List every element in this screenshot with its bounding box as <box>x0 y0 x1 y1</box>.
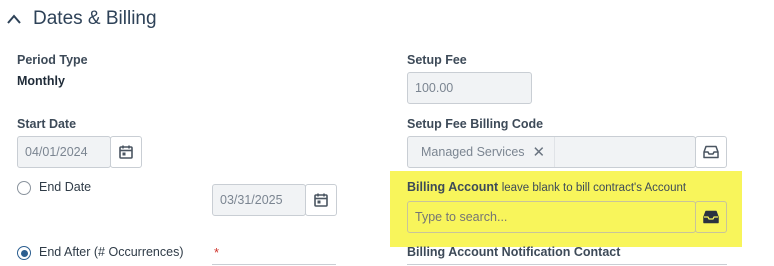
inbox-tray-icon <box>703 145 719 159</box>
period-type-label: Period Type <box>17 53 88 67</box>
inbox-tray-icon <box>703 210 719 224</box>
calendar-icon <box>119 145 133 159</box>
end-after-label: End After (# Occurrences) <box>39 245 184 259</box>
billing-account-notification-contact-label: Billing Account Notification Contact <box>407 245 621 259</box>
billing-code-tag-label: Managed Services <box>421 145 525 159</box>
billing-account-hint: leave blank to bill contract's Account <box>501 182 687 194</box>
setup-fee-label: Setup Fee <box>407 53 467 67</box>
close-icon[interactable]: ✕ <box>533 145 546 160</box>
end-date-label: End Date <box>39 180 92 194</box>
start-date-label: Start Date <box>17 117 77 131</box>
calendar-icon <box>314 193 328 207</box>
billing-code-lookup-button[interactable] <box>695 136 727 168</box>
notification-contact-input-edge[interactable] <box>407 264 727 265</box>
billing-account-label-row: Billing Account leave blank to bill cont… <box>407 180 686 194</box>
section-title: Dates & Billing <box>33 8 157 29</box>
setup-fee-input[interactable]: 100.00 <box>407 72 532 104</box>
chevron-up-icon[interactable] <box>6 12 22 26</box>
billing-account-label: Billing Account <box>407 180 499 194</box>
end-date-input[interactable]: 03/31/2025 <box>212 184 306 216</box>
end-date-calendar-button[interactable] <box>305 184 337 216</box>
period-type-value: Monthly <box>17 74 65 88</box>
setup-fee-billing-code-input[interactable]: Managed Services ✕ <box>407 136 696 168</box>
start-date-calendar-button[interactable] <box>110 136 142 168</box>
end-after-radio[interactable] <box>17 246 31 260</box>
billing-account-search-input[interactable] <box>407 201 696 233</box>
end-date-radio[interactable] <box>17 181 31 195</box>
setup-fee-billing-code-label: Setup Fee Billing Code <box>407 117 544 131</box>
billing-account-lookup-button[interactable] <box>695 201 727 233</box>
start-date-input[interactable]: 04/01/2024 <box>17 136 111 168</box>
occurrences-input-edge[interactable] <box>212 264 336 265</box>
billing-code-tag: Managed Services ✕ <box>421 145 545 160</box>
required-marker: * <box>214 245 220 260</box>
